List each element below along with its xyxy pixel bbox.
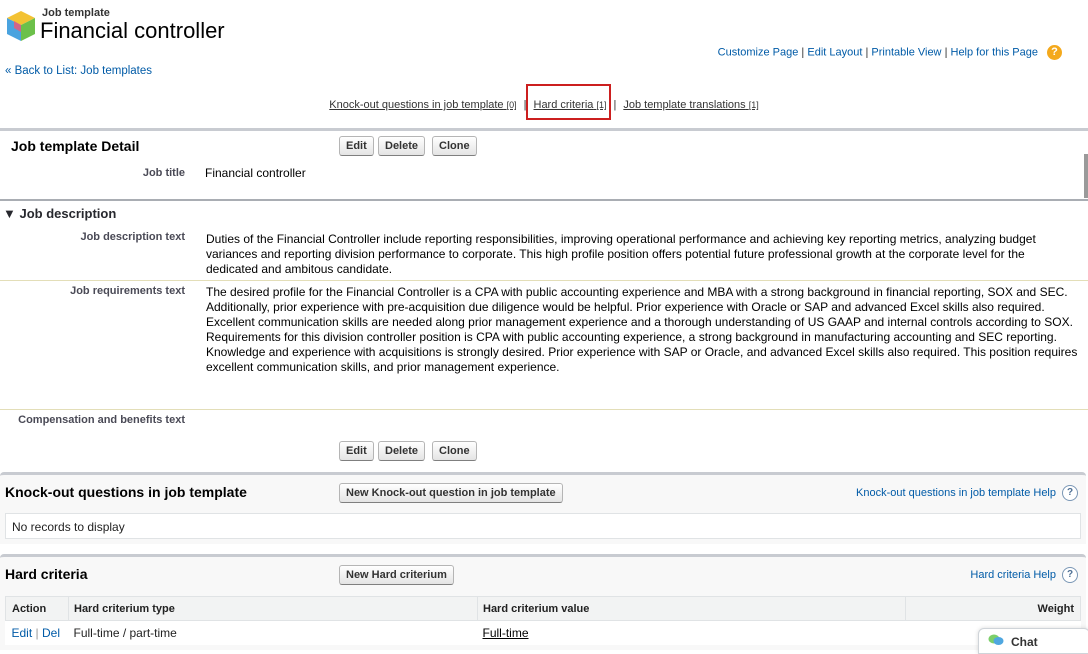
detail-block bbox=[0, 128, 1088, 200]
link-count: [1] bbox=[748, 100, 759, 110]
related-list-help: Knock-out questions in job template Help… bbox=[856, 485, 1078, 501]
related-list-title: Knock-out questions in job template bbox=[5, 484, 247, 500]
help-icon[interactable]: ? bbox=[1062, 485, 1078, 501]
column-header-action: Action bbox=[5, 596, 69, 621]
help-icon[interactable]: ? bbox=[1047, 45, 1062, 60]
value-cell: Full-time bbox=[478, 621, 906, 645]
collapse-triangle-icon[interactable]: ▼ bbox=[3, 206, 16, 221]
detail-title: Job template Detail bbox=[11, 138, 140, 154]
job-description-value: Duties of the Financial Controller inclu… bbox=[206, 232, 1036, 276]
job-template-translations-link[interactable]: Job template translations [1] bbox=[623, 99, 758, 111]
knockout-questions-related-list: Knock-out questions in job template New … bbox=[0, 472, 1086, 544]
edit-button[interactable]: Edit bbox=[339, 441, 374, 461]
link-label: Knock-out questions in job template bbox=[329, 99, 504, 111]
divider bbox=[0, 280, 1088, 281]
printable-view-link[interactable]: Printable View bbox=[871, 46, 941, 58]
empty-message: No records to display bbox=[12, 520, 125, 534]
job-title-label: Job title bbox=[142, 167, 185, 179]
related-list-title: Hard criteria bbox=[5, 566, 88, 582]
hard-criteria-related-list: Hard criteria New Hard criterium Hard cr… bbox=[0, 554, 1086, 650]
knockout-questions-link[interactable]: Knock-out questions in job template [0] bbox=[329, 99, 516, 111]
help-page-link[interactable]: Help for this Page bbox=[951, 46, 1038, 58]
chat-bubble-icon bbox=[988, 633, 1004, 650]
delete-button[interactable]: Delete bbox=[378, 136, 426, 156]
page-links: Customize Page | Edit Layout | Printable… bbox=[718, 45, 1062, 60]
related-list-help: Hard criteria Help? bbox=[970, 567, 1078, 583]
compensation-label: Compensation and benefits text bbox=[18, 414, 185, 426]
job-requirements-value: The desired profile for the Financial Co… bbox=[206, 285, 1082, 375]
customize-page-link[interactable]: Customize Page bbox=[718, 46, 799, 58]
requirements-paragraph: Requirements for this division controlle… bbox=[206, 330, 1078, 374]
hard-criteria-help-link[interactable]: Hard criteria Help bbox=[970, 569, 1056, 581]
chat-label: Chat bbox=[1011, 635, 1038, 649]
separator: | bbox=[35, 625, 39, 640]
clone-button[interactable]: Clone bbox=[432, 441, 477, 461]
delete-row-link[interactable]: Del bbox=[42, 626, 60, 640]
back-to-list-link[interactable]: « Back to List: Job templates bbox=[5, 65, 152, 77]
requirements-paragraph: The desired profile for the Financial Co… bbox=[206, 285, 1073, 329]
new-hard-criterium-button[interactable]: New Hard criterium bbox=[339, 565, 454, 585]
job-description-label: Job description text bbox=[80, 231, 185, 243]
clone-button[interactable]: Clone bbox=[432, 136, 477, 156]
highlight-box bbox=[526, 84, 611, 120]
delete-button[interactable]: Delete bbox=[378, 441, 426, 461]
action-cell: Edit | Del bbox=[6, 621, 69, 645]
page-title: Financial controller bbox=[40, 18, 225, 43]
job-description-section-header[interactable]: ▼ Job description bbox=[3, 206, 116, 221]
link-label: Job template translations bbox=[623, 99, 746, 111]
column-header-type[interactable]: Hard criterium type bbox=[68, 596, 478, 621]
link-count: [0] bbox=[506, 100, 517, 110]
hard-criteria-table: Action Hard criterium type Hard criteriu… bbox=[5, 596, 1081, 645]
divider bbox=[0, 409, 1088, 410]
divider bbox=[0, 199, 1088, 201]
section-title: Job description bbox=[19, 206, 117, 221]
criterium-value-link[interactable]: Full-time bbox=[483, 626, 529, 640]
edit-row-link[interactable]: Edit bbox=[12, 626, 33, 640]
type-cell: Full-time / part-time bbox=[73, 625, 177, 640]
chat-widget[interactable]: Chat bbox=[978, 628, 1088, 654]
related-list-body: No records to display bbox=[5, 513, 1081, 539]
job-requirements-label: Job requirements text bbox=[70, 285, 185, 297]
column-header-weight[interactable]: Weight bbox=[905, 596, 1081, 621]
scrollbar-thumb[interactable] bbox=[1084, 154, 1088, 198]
column-header-value[interactable]: Hard criterium value bbox=[477, 596, 906, 621]
table-row: Edit | Del Full-time / part-time Full-ti… bbox=[6, 621, 1081, 645]
job-title-value: Financial controller bbox=[205, 166, 306, 180]
table-header-row: Action Hard criterium type Hard criteriu… bbox=[5, 596, 1081, 621]
edit-button[interactable]: Edit bbox=[339, 136, 374, 156]
help-icon[interactable]: ? bbox=[1062, 567, 1078, 583]
new-knockout-question-button[interactable]: New Knock-out question in job template bbox=[339, 483, 563, 503]
job-template-logo-icon bbox=[6, 10, 36, 42]
edit-layout-link[interactable]: Edit Layout bbox=[807, 46, 862, 58]
knockout-help-link[interactable]: Knock-out questions in job template Help bbox=[856, 487, 1056, 499]
